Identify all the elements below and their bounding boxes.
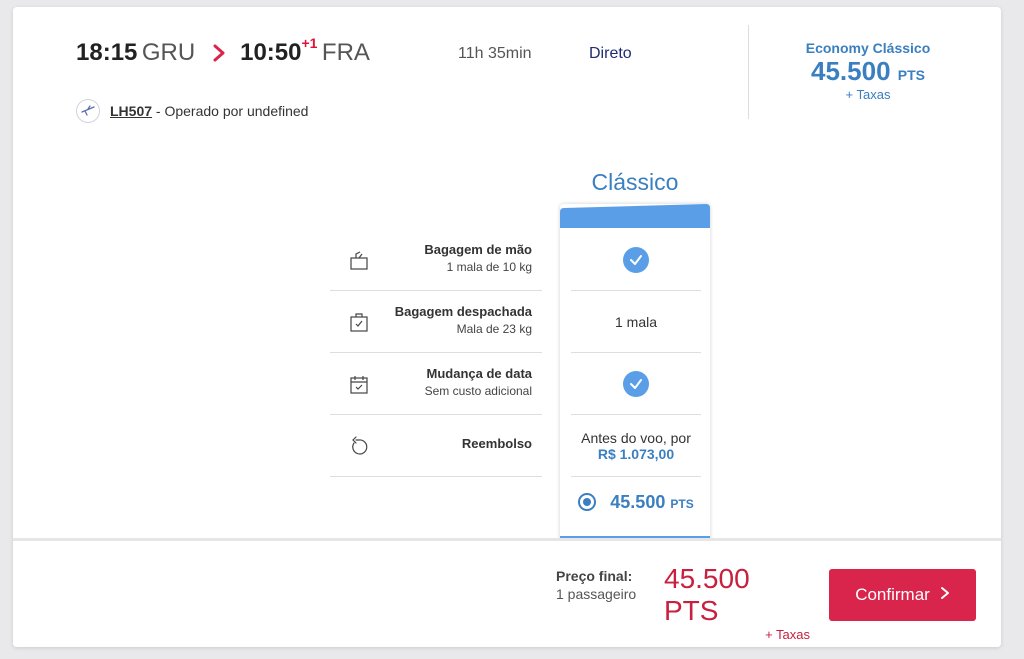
arrive-airport: FRA <box>321 39 370 66</box>
checked-bag-icon <box>348 311 370 333</box>
confirm-button[interactable]: Confirmar <box>829 569 976 621</box>
flight-info: LH507 - Operado por undefined <box>76 99 308 123</box>
fare-summary-taxes: + Taxas <box>845 87 891 102</box>
day-offset: +1 <box>301 35 318 51</box>
fare-summary-unit: PTS <box>897 67 925 83</box>
fare-cell-checked-bag: 1 mala <box>571 291 701 353</box>
feature-subtitle: Sem custo adicional <box>424 384 532 398</box>
depart-airport: GRU <box>141 39 196 66</box>
fare-select-amount: 45.500 <box>610 491 666 512</box>
price-footer: Preço final: 1 passageiro 45.500 PTS + T… <box>13 538 1001 647</box>
passenger-count: 1 passageiro <box>556 586 637 602</box>
fare-cell-hand-bag <box>571 229 701 291</box>
feature-title: Bagagem despachada <box>394 304 532 319</box>
final-price-block: 45.500 PTS + Taxas <box>664 563 810 642</box>
feature-row-refund: Reembolso <box>330 415 542 477</box>
feature-title: Bagagem de mão <box>424 242 532 257</box>
header-divider <box>748 25 749 119</box>
final-label: Preço final: <box>556 568 633 584</box>
flight-route: 18:15 GRU 10:50+1 FRA <box>76 35 370 67</box>
fare-summary-price: 45.500 PTS <box>763 56 973 87</box>
airplane-icon <box>76 99 100 123</box>
check-icon <box>623 246 649 273</box>
fare-select-option[interactable]: 45.500 PTS <box>571 477 701 527</box>
fare-summary: Economy Clássico 45.500 PTS + Taxas <box>763 40 973 102</box>
chevron-right-icon <box>940 585 950 605</box>
feature-subtitle: Mala de 23 kg <box>456 322 532 336</box>
operated-by: - Operado por undefined <box>152 103 309 119</box>
fare-cell-value: 1 mala <box>614 313 658 330</box>
depart-time: 18:15 <box>76 39 138 66</box>
flight-stops: Direto <box>589 45 632 62</box>
flight-card: 18:15 GRU 10:50+1 FRA 11h 35min Direto L… <box>13 7 1001 647</box>
fare-cell-date-change <box>571 353 701 415</box>
fare-cell-value: Antes do voo, por <box>581 429 691 446</box>
feature-subtitle: 1 mala de 10 kg <box>446 260 532 274</box>
fare-cell-refund: Antes do voo, por R$ 1.073,00 <box>571 415 701 477</box>
refund-icon <box>348 435 370 457</box>
fare-summary-amount: 45.500 <box>811 56 891 86</box>
calendar-icon <box>348 373 370 395</box>
fare-select-price: 45.500 PTS <box>610 492 693 513</box>
flight-number-link[interactable]: LH507 <box>110 103 152 119</box>
fare-column-header <box>560 204 710 228</box>
fare-radio-selected[interactable] <box>578 493 597 511</box>
confirm-label: Confirmar <box>855 585 930 604</box>
feature-title: Reembolso <box>461 436 532 451</box>
feature-row-date-change: Mudança de data Sem custo adicional <box>330 353 542 415</box>
feature-title: Mudança de data <box>426 366 532 381</box>
final-price-label: Preço final: 1 passageiro <box>556 568 636 602</box>
fare-select-unit: PTS <box>670 496 694 511</box>
final-taxes: + Taxas <box>765 627 810 642</box>
fare-column-title: Clássico <box>591 169 679 195</box>
refund-fee: R$ 1.073,00 <box>597 445 675 462</box>
flight-duration: 11h 35min <box>458 45 532 62</box>
hand-bag-icon <box>348 249 370 271</box>
arrive-time: 10:50 <box>240 39 302 66</box>
check-icon <box>623 370 649 397</box>
feature-row-checked-bag: Bagagem despachada Mala de 23 kg <box>330 291 542 353</box>
route-arrow-icon <box>212 44 226 67</box>
feature-row-hand-bag: Bagagem de mão 1 mala de 10 kg <box>330 229 542 291</box>
fare-class-name: Economy Clássico <box>805 40 931 56</box>
final-price: 45.500 PTS <box>664 563 750 626</box>
